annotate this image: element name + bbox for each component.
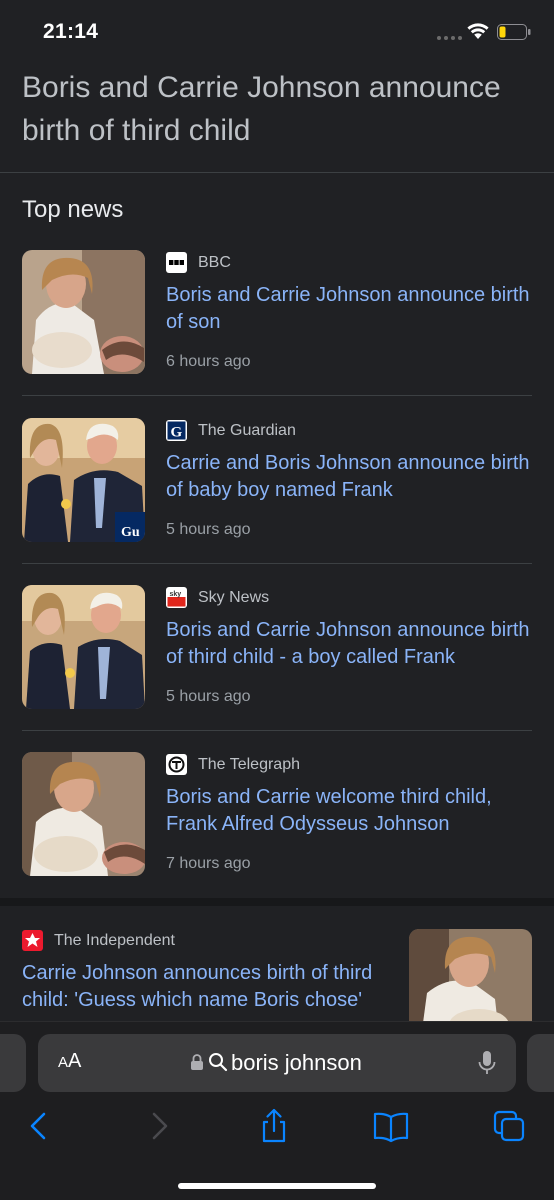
article-thumbnail[interactable]: [409, 929, 532, 1026]
sky-news-logo-icon: sky: [166, 587, 187, 608]
article-title-link[interactable]: Carrie Johnson announces birth of third …: [22, 960, 392, 1014]
svg-text:G: G: [171, 425, 183, 441]
article-timestamp: 7 hours ago: [166, 855, 251, 872]
bbc-logo-icon: [166, 252, 187, 273]
article-thumbnail[interactable]: [22, 585, 145, 709]
independent-logo-icon: [22, 930, 43, 951]
news-card-telegraph[interactable]: The Telegraph Boris and Carrie welcome t…: [22, 752, 532, 919]
header-divider: [0, 172, 554, 173]
reader-settings-button[interactable]: AA: [58, 1050, 81, 1073]
article-thumbnail[interactable]: Gu: [22, 418, 145, 542]
guardian-logo-icon: G: [166, 420, 187, 441]
telegraph-logo-icon: [166, 754, 187, 775]
section-divider: [0, 898, 554, 906]
forward-icon[interactable]: [140, 1108, 176, 1144]
search-icon: [209, 1053, 228, 1072]
card-divider: [22, 395, 532, 396]
svg-text:sky: sky: [170, 591, 182, 598]
card-divider: [22, 730, 532, 731]
article-timestamp: 6 hours ago: [166, 353, 251, 370]
address-text[interactable]: boris johnson: [231, 1050, 362, 1076]
source-name: The Independent: [54, 932, 175, 949]
browser-bottom-bar: AA boris johnson: [0, 1021, 554, 1200]
browser-toolbar: [0, 1108, 554, 1148]
previous-tab-preview[interactable]: [0, 1034, 26, 1092]
bookmarks-icon[interactable]: [373, 1108, 409, 1144]
source-name: Sky News: [198, 589, 270, 606]
article-title-link[interactable]: Boris and Carrie welcome third child, Fr…: [166, 784, 536, 838]
top-news-heading: Top news: [22, 196, 124, 223]
svg-text:Gu: Gu: [121, 525, 140, 540]
news-card-bbc[interactable]: BBC Boris and Carrie Johnson announce bi…: [22, 250, 532, 417]
article-timestamp: 5 hours ago: [166, 688, 251, 705]
article-thumbnail[interactable]: [22, 250, 145, 374]
home-indicator: [178, 1183, 376, 1189]
article-timestamp: 5 hours ago: [166, 521, 251, 538]
battery-icon: [497, 24, 531, 40]
back-icon[interactable]: [22, 1108, 58, 1144]
next-tab-preview[interactable]: [527, 1034, 554, 1092]
news-card-sky-news[interactable]: sky Sky News Boris and Carrie Johnson an…: [22, 585, 532, 752]
signal-icon: [437, 36, 462, 40]
lock-icon: [191, 1054, 203, 1070]
article-thumbnail[interactable]: [22, 752, 145, 876]
tabs-icon[interactable]: [491, 1108, 527, 1144]
page-headline: Boris and Carrie Johnson announce birth …: [22, 71, 501, 147]
news-card-independent[interactable]: The Independent Carrie Johnson announces…: [0, 906, 554, 1026]
article-title-link[interactable]: Carrie and Boris Johnson announce birth …: [166, 450, 536, 504]
card-divider: [22, 563, 532, 564]
article-title-link[interactable]: Boris and Carrie Johnson announce birth …: [166, 617, 536, 671]
share-icon[interactable]: [256, 1108, 292, 1144]
source-name: BBC: [198, 254, 231, 271]
status-time: 21:14: [43, 20, 99, 43]
source-name: The Telegraph: [198, 756, 300, 773]
source-name: The Guardian: [198, 422, 296, 439]
article-title-link[interactable]: Boris and Carrie Johnson announce birth …: [166, 282, 536, 336]
microphone-icon[interactable]: [478, 1050, 496, 1076]
news-card-guardian[interactable]: Gu G The Guardian Carrie and Boris Johns…: [22, 418, 532, 585]
wifi-icon: [467, 23, 489, 39]
status-bar: 21:14: [0, 0, 554, 62]
address-bar[interactable]: AA boris johnson: [38, 1034, 516, 1092]
